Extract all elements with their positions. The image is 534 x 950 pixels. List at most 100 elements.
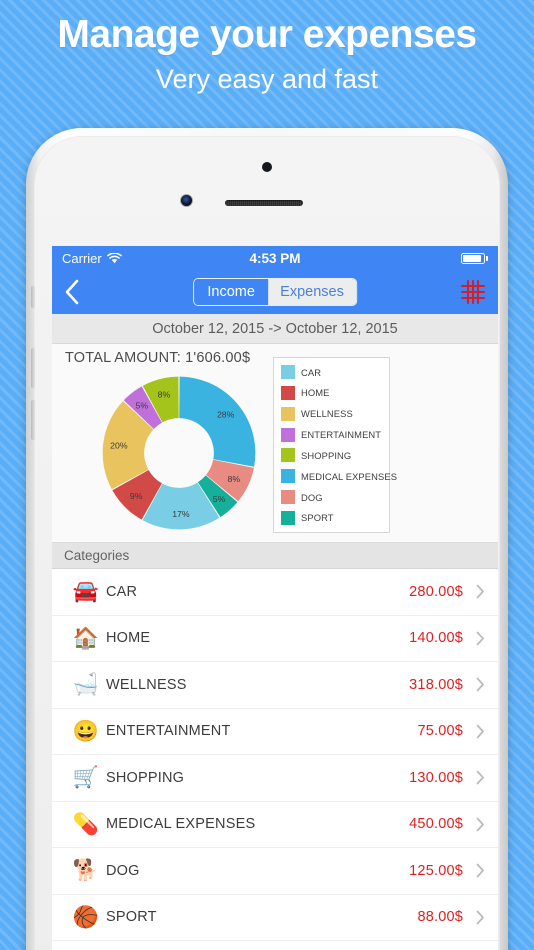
volume-up-button[interactable]	[31, 348, 35, 388]
legend-color-swatch	[281, 490, 295, 505]
legend-color-swatch	[281, 427, 295, 442]
navigation-bar: Income Expenses	[52, 270, 498, 314]
legend-color-swatch	[281, 406, 295, 421]
donut-slice-label: 20%	[110, 441, 128, 451]
chevron-right-icon	[474, 631, 486, 646]
wifi-icon	[106, 252, 122, 263]
battery-icon	[461, 252, 488, 264]
legend-item-label: SPORT	[301, 512, 334, 524]
category-name: HOME	[106, 630, 151, 647]
legend-item: WELLNESS	[281, 406, 382, 422]
category-row[interactable]: 💊 MEDICAL EXPENSES 450.00$	[52, 801, 498, 848]
carrier-label: Carrier	[62, 250, 102, 266]
category-name: WELLNESS	[106, 676, 187, 693]
donut-slice-label: 8%	[158, 390, 171, 400]
legend-color-swatch	[281, 385, 295, 400]
shopping-cart-icon: 🛒	[72, 766, 100, 790]
chevron-right-icon	[474, 817, 486, 832]
date-range-label: October 12, 2015 -> October 12, 2015	[152, 320, 398, 337]
proximity-sensor-icon	[262, 162, 272, 172]
chevron-right-icon	[474, 724, 486, 739]
legend-color-swatch	[281, 510, 295, 525]
legend-item-label: MEDICAL EXPENSES	[301, 470, 398, 482]
legend-item-label: HOME	[301, 387, 330, 399]
legend-color-swatch	[281, 448, 295, 463]
donut-slice-label: 28%	[217, 410, 235, 420]
category-amount: 318.00$	[409, 676, 463, 693]
car-icon: 🚘	[72, 580, 100, 604]
category-name: MEDICAL EXPENSES	[106, 816, 256, 833]
smiley-icon: 😀	[72, 719, 100, 743]
category-name: CAR	[106, 583, 138, 600]
categories-header-label: Categories	[64, 548, 130, 563]
carrier-indicator: Carrier	[62, 251, 122, 266]
legend-item: HOME	[281, 385, 382, 401]
legend-item: CAR	[281, 364, 382, 380]
category-amount: 450.00$	[409, 816, 463, 833]
donut-slice-label: 17%	[172, 509, 190, 519]
dog-icon: 🐕	[72, 859, 100, 883]
category-row[interactable]: 😀 ENTERTAINMENT 75.00$	[52, 708, 498, 755]
date-range-bar[interactable]: October 12, 2015 -> October 12, 2015	[52, 314, 498, 344]
category-row[interactable]: 🏠 HOME 140.00$	[52, 615, 498, 662]
earpiece-speaker	[225, 200, 303, 206]
status-bar: Carrier 4:53 PM	[52, 246, 498, 270]
phone-frame: Carrier 4:53 PM Income Expenses October …	[26, 128, 508, 950]
total-amount-label: TOTAL AMOUNT: 1'606.00$	[65, 350, 251, 366]
donut-slice-label: 5%	[213, 494, 226, 504]
legend-item-label: WELLNESS	[301, 408, 353, 420]
legend-item-label: DOG	[301, 491, 323, 503]
category-row[interactable]: 🛁 WELLNESS 318.00$	[52, 662, 498, 709]
legend-item: SPORT	[281, 510, 382, 526]
chart-legend: CAR HOME WELLNESS ENTERTAINMENT SHOPPING MEDI…	[273, 357, 397, 533]
category-amount: 140.00$	[409, 630, 463, 647]
category-name: SHOPPING	[106, 769, 185, 786]
legend-item: SHOPPING	[281, 447, 382, 463]
legend-item-label: CAR	[301, 366, 322, 378]
soap-icon: 🛁	[72, 673, 100, 697]
category-amount: 125.00$	[409, 862, 463, 879]
promo-title: Manage your expenses	[57, 13, 477, 56]
chevron-left-icon	[65, 279, 79, 305]
donut-slice[interactable]	[179, 376, 256, 467]
back-button[interactable]	[64, 279, 98, 305]
segment-income[interactable]: Income	[194, 279, 269, 305]
category-amount: 280.00$	[409, 583, 463, 600]
house-icon: 🏠	[72, 626, 100, 650]
volume-down-button[interactable]	[31, 400, 35, 440]
donut-slice-label: 9%	[130, 491, 143, 501]
silent-switch[interactable]	[31, 286, 35, 308]
category-name: DOG	[106, 862, 140, 879]
chevron-right-icon	[474, 677, 486, 692]
first-aid-icon: 💊	[72, 812, 100, 836]
categories-list: 🚘 CAR 280.00$ 🏠 HOME 140.00$ 🛁 WELLNESS 318.00$ 😀…	[52, 569, 498, 941]
legend-item: DOG	[281, 489, 382, 505]
category-row[interactable]: 🛒 SHOPPING 130.00$	[52, 755, 498, 802]
front-camera-icon	[180, 194, 193, 207]
category-amount: 75.00$	[417, 723, 463, 740]
categories-section-header: Categories	[52, 543, 498, 569]
segment-expenses[interactable]: Expenses	[268, 279, 356, 305]
legend-color-swatch	[281, 469, 295, 484]
legend-item: ENTERTAINMENT	[281, 427, 382, 443]
grid-table-icon	[460, 279, 486, 305]
legend-item-label: SHOPPING	[301, 449, 352, 461]
donut-slice-label: 8%	[228, 474, 241, 484]
income-expenses-segmented-control[interactable]: Income Expenses	[193, 278, 357, 306]
legend-color-swatch	[281, 365, 295, 379]
category-row[interactable]: 🐕 DOG 125.00$	[52, 848, 498, 895]
donut-slice-label: 5%	[136, 400, 149, 410]
legend-item-label: ENTERTAINMENT	[301, 429, 382, 441]
chevron-right-icon	[474, 863, 486, 878]
category-row[interactable]: 🏀 SPORT 88.00$	[52, 894, 498, 941]
category-name: ENTERTAINMENT	[106, 723, 231, 740]
chevron-right-icon	[474, 584, 486, 599]
category-row[interactable]: 🚘 CAR 280.00$	[52, 569, 498, 616]
basketball-icon: 🏀	[72, 905, 100, 929]
donut-chart: 28% 8% 5% 17% 9% 20% 5% 8%	[96, 370, 262, 541]
grid-view-button[interactable]	[460, 279, 486, 305]
promo-banner: Manage your expenses Very easy and fast	[0, 0, 534, 95]
category-amount: 130.00$	[409, 769, 463, 786]
category-name: SPORT	[106, 909, 157, 926]
chevron-right-icon	[474, 770, 486, 785]
